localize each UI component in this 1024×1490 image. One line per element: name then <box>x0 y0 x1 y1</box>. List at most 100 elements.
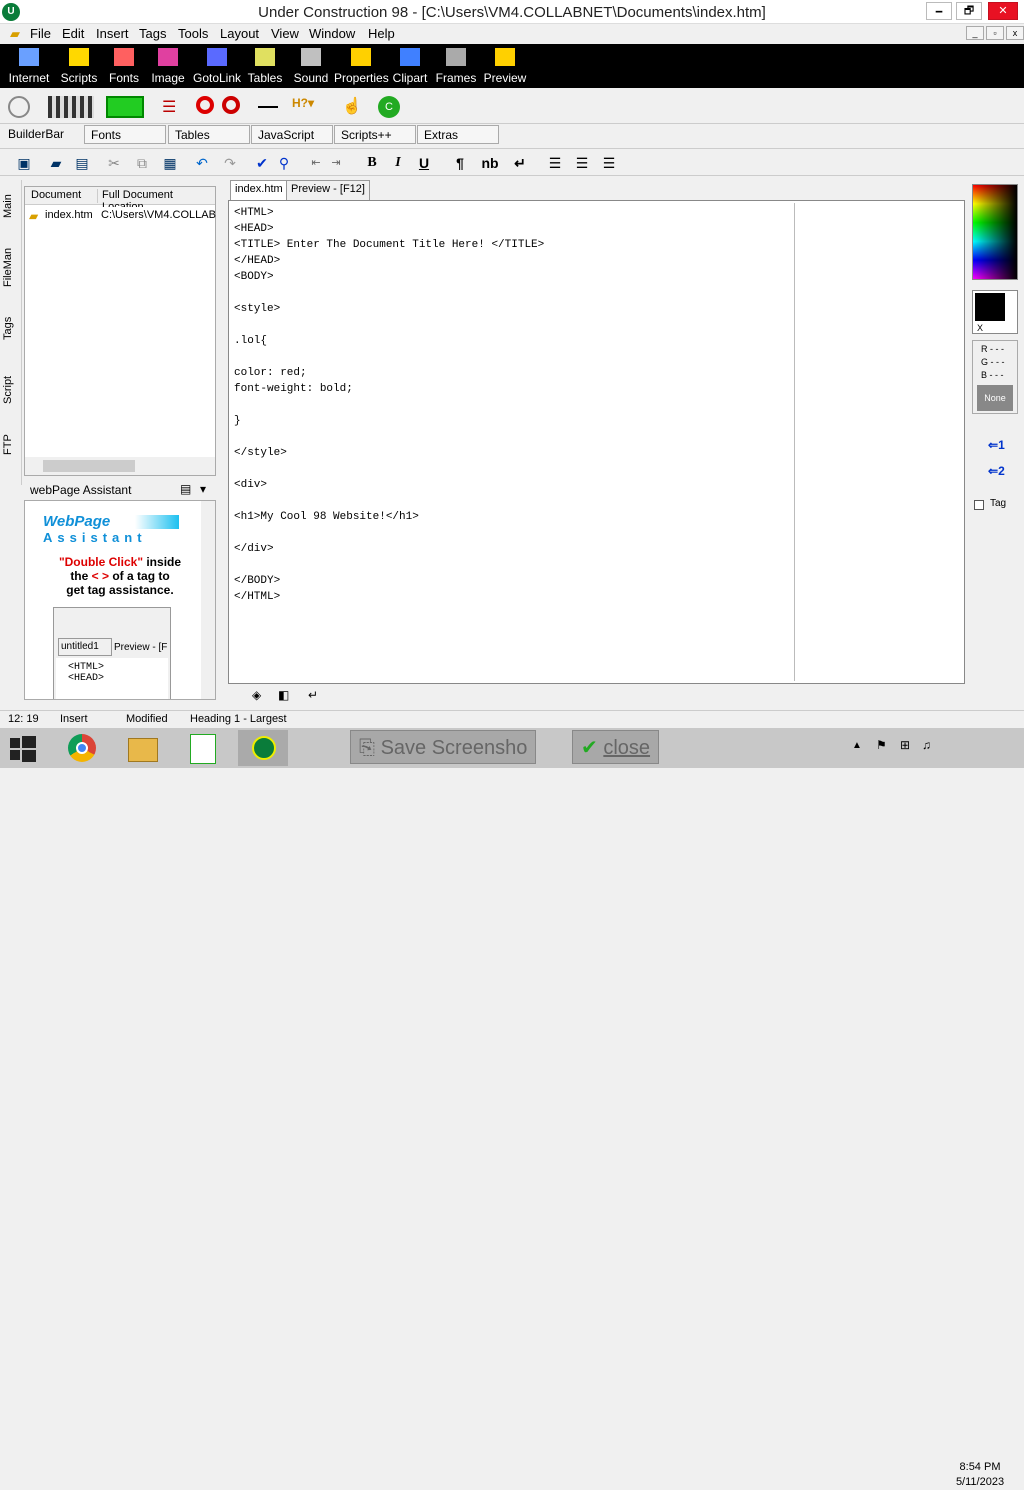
tab-extras[interactable]: Extras <box>417 125 499 144</box>
toolbar-internet-button[interactable]: Internet <box>6 44 52 88</box>
heading1-button[interactable]: ⇐1 <box>988 438 1005 452</box>
heading-menu-icon[interactable]: H?▾ <box>292 96 326 118</box>
code-text[interactable]: <HTML> <HEAD> <TITLE> Enter The Document… <box>234 205 544 605</box>
return-icon[interactable]: ↵ <box>308 688 318 702</box>
toolbar-frames-button[interactable]: Frames <box>432 44 480 88</box>
align-right-icon[interactable]: ☰ <box>599 153 619 173</box>
record-icon[interactable] <box>196 96 214 114</box>
indent-icon[interactable]: ⇥ <box>326 153 346 173</box>
toolbar-sound-button[interactable]: Sound <box>290 44 332 88</box>
assistant-menu-icon[interactable]: ▤ <box>180 482 191 496</box>
code-editor[interactable]: <HTML> <HEAD> <TITLE> Enter The Document… <box>228 200 965 684</box>
horizontal-scrollbar[interactable] <box>25 457 215 475</box>
none-color-button[interactable]: None <box>977 385 1013 411</box>
tab-builderbar[interactable]: BuilderBar <box>2 125 70 144</box>
copy-icon[interactable]: ⧉ <box>132 153 152 173</box>
toolbar-tables-button[interactable]: Tables <box>244 44 286 88</box>
toolbar-fonts-button[interactable]: Fonts <box>104 44 144 88</box>
view-code-icon[interactable]: ◈ <box>252 688 261 702</box>
menu-layout[interactable]: Layout <box>220 26 259 41</box>
tag-checkbox[interactable] <box>974 500 984 510</box>
maximize-button[interactable]: 🗗 <box>956 2 982 20</box>
underline-button[interactable]: U <box>414 153 434 173</box>
side-tab-tags[interactable]: Tags <box>2 310 20 346</box>
toolbar-gotolink-button[interactable]: GotoLink <box>192 44 242 88</box>
menu-view[interactable]: View <box>271 26 299 41</box>
tab-preview[interactable]: Preview - [F12] <box>286 180 370 200</box>
chrome-icon[interactable] <box>58 730 108 766</box>
toolbar-scripts-button[interactable]: Scripts <box>58 44 100 88</box>
side-tab-fileman[interactable]: FileMan <box>2 242 20 292</box>
uc98-taskbar-icon[interactable] <box>238 730 288 766</box>
split-view-icon[interactable]: ◧ <box>278 688 289 702</box>
side-tab-ftp[interactable]: FTP <box>2 430 20 460</box>
tab-javascript[interactable]: JavaScript <box>251 125 333 144</box>
close-screenshot-button[interactable]: ✔ close <box>572 730 660 764</box>
redo-icon[interactable]: ↷ <box>220 153 240 173</box>
assistant-line-2: the < > of a tag to <box>70 569 170 583</box>
column-document[interactable]: Document <box>31 189 81 201</box>
color-icon[interactable]: C <box>378 96 400 118</box>
mdi-minimize-button[interactable]: _ <box>966 26 984 40</box>
vertical-scrollbar[interactable] <box>201 501 215 699</box>
menu-insert[interactable]: Insert <box>96 26 129 41</box>
notepad-icon[interactable] <box>178 730 228 766</box>
tab-index-htm[interactable]: index.htm <box>230 180 288 200</box>
mdi-close-button[interactable]: x <box>1006 26 1024 40</box>
tab-scripts-plus[interactable]: Scripts++ <box>334 125 416 144</box>
close-button[interactable]: ✕ <box>988 2 1018 20</box>
chevron-down-icon[interactable]: ▾ <box>200 482 206 496</box>
undo-icon[interactable]: ↶ <box>192 153 212 173</box>
outdent-icon[interactable]: ⇤ <box>306 153 326 173</box>
menu-edit[interactable]: Edit <box>62 26 84 41</box>
network-icon[interactable]: ⊞ <box>900 738 910 752</box>
horizontal-rule-icon[interactable] <box>258 106 278 108</box>
hand-icon[interactable]: ☝ <box>342 96 364 118</box>
new-document-icon[interactable]: ▣ <box>14 153 34 173</box>
heading2-button[interactable]: ⇐2 <box>988 464 1005 478</box>
menu-help[interactable]: Help <box>368 26 395 41</box>
toolbar-clipart-button[interactable]: Clipart <box>390 44 430 88</box>
menu-tags[interactable]: Tags <box>139 26 166 41</box>
toolbar-properties-button[interactable]: Properties <box>334 44 389 88</box>
volume-icon[interactable]: ♫ <box>922 738 931 752</box>
side-tab-main[interactable]: Main <box>2 186 20 226</box>
record-alt-icon[interactable] <box>222 96 240 114</box>
menu-tools[interactable]: Tools <box>178 26 208 41</box>
nonbreaking-button[interactable]: nb <box>478 153 502 173</box>
tab-tables[interactable]: Tables <box>168 125 250 144</box>
flag-icon[interactable]: ⚑ <box>876 738 887 752</box>
magnify-icon[interactable] <box>8 96 30 118</box>
clock[interactable]: 8:54 PM 5/11/2023 <box>945 1460 1015 1490</box>
windows-start-icon[interactable] <box>0 730 50 766</box>
minimize-button[interactable]: 🗕 <box>926 2 952 20</box>
cut-icon[interactable]: ✂ <box>104 153 124 173</box>
line-break-button[interactable]: ↵ <box>510 153 530 173</box>
italic-button[interactable]: I <box>388 153 408 173</box>
color-palette[interactable] <box>972 184 1018 280</box>
table-row[interactable]: ▰ index.htm C:\Users\VM4.COLLAB <box>25 207 216 225</box>
mdi-restore-button[interactable]: ▫ <box>986 26 1004 40</box>
save-icon[interactable]: ▤ <box>72 153 92 173</box>
battery-icon[interactable] <box>106 96 144 118</box>
side-tab-script[interactable]: Script <box>2 370 20 410</box>
menu-window[interactable]: Window <box>309 26 355 41</box>
open-folder-icon[interactable]: ▰ <box>46 153 66 173</box>
list-icon[interactable]: ☰ <box>162 97 184 119</box>
spellcheck-icon[interactable]: ✔ <box>252 153 272 173</box>
toolbar-preview-button[interactable]: Preview <box>482 44 528 88</box>
tab-fonts[interactable]: Fonts <box>84 125 166 144</box>
find-icon[interactable]: ⚲ <box>274 153 294 173</box>
align-center-icon[interactable]: ☰ <box>572 153 592 173</box>
toolbar-image-button[interactable]: Image <box>148 44 188 88</box>
align-left-icon[interactable]: ☰ <box>545 153 565 173</box>
color-swatch[interactable]: X <box>972 290 1018 334</box>
glasses-icon[interactable] <box>48 96 94 118</box>
save-screenshot-button[interactable]: ⎘ Save Screensho <box>350 730 537 764</box>
paragraph-button[interactable]: ¶ <box>450 153 470 173</box>
chevron-up-icon[interactable]: ▲ <box>852 740 862 751</box>
paste-icon[interactable]: ▦ <box>160 153 180 173</box>
bold-button[interactable]: B <box>362 153 382 173</box>
menu-file[interactable]: File <box>30 26 51 41</box>
file-explorer-icon[interactable] <box>118 730 168 766</box>
